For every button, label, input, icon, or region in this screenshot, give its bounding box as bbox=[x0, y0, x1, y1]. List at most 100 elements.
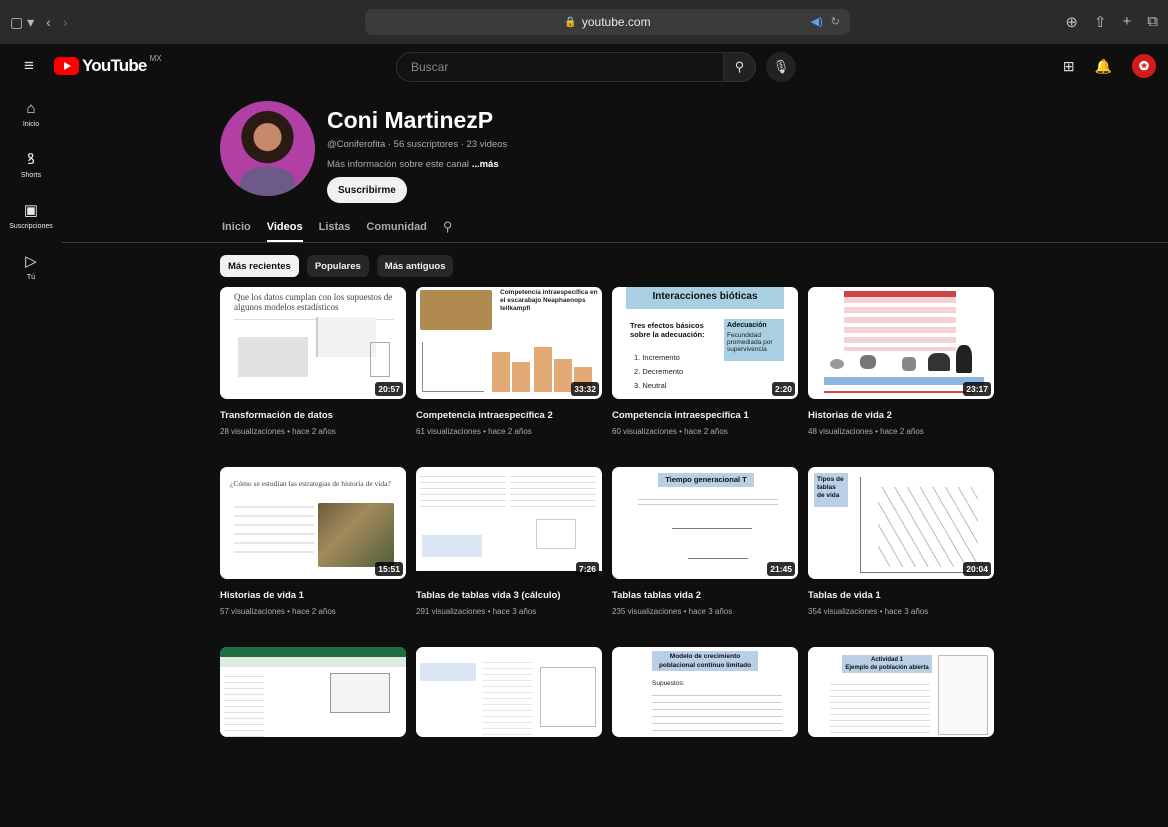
menu-icon[interactable]: ≡ bbox=[24, 57, 40, 75]
video-card[interactable] bbox=[220, 647, 406, 827]
search-icon: ⚲ bbox=[734, 59, 745, 74]
video-meta: 291 visualizaciones • hace 3 años bbox=[416, 607, 537, 616]
video-thumbnail[interactable]: ¿Cómo se estudian las estrategias de his… bbox=[220, 467, 406, 579]
youtube-logo[interactable]: YouTube MX bbox=[54, 54, 162, 76]
video-card[interactable]: Que los datos cumplan con los supuestos … bbox=[220, 287, 406, 467]
video-meta: 235 visualizaciones • hace 3 años bbox=[612, 607, 733, 616]
reload-icon[interactable]: ↻ bbox=[831, 15, 840, 28]
channel-tabs: Inicio Videos Listas Comunidad ⚲ bbox=[222, 214, 452, 242]
speaker-icon[interactable]: ◀) bbox=[811, 15, 823, 28]
sidebar-toggle-icon[interactable]: ▢ ▾ bbox=[10, 14, 34, 31]
video-duration: 21:45 bbox=[767, 562, 795, 576]
video-card[interactable]: 7:26 Tablas de tablas vida 3 (cálculo) 2… bbox=[416, 467, 602, 647]
video-duration: 33:32 bbox=[571, 382, 599, 396]
video-meta: 57 visualizaciones • hace 2 años bbox=[220, 607, 336, 616]
video-title[interactable]: Tablas de tablas vida 3 (cálculo) bbox=[416, 590, 602, 601]
video-meta: 48 visualizaciones • hace 2 años bbox=[808, 427, 924, 436]
video-card[interactable]: Tipos de tablas de vida 20:04 Tablas de … bbox=[808, 467, 994, 647]
video-grid: Que los datos cumplan con los supuestos … bbox=[220, 287, 1000, 827]
video-thumbnail[interactable]: Que los datos cumplan con los supuestos … bbox=[220, 287, 406, 399]
video-title[interactable]: Competencia intraespecífica 2 bbox=[416, 410, 602, 421]
video-thumbnail[interactable]: Tiempo generacional T 21:45 bbox=[612, 467, 798, 579]
video-duration: 7:26 bbox=[575, 562, 599, 576]
more-link[interactable]: ...más bbox=[472, 159, 499, 170]
video-thumbnail[interactable] bbox=[416, 647, 602, 737]
tab-comunidad[interactable]: Comunidad bbox=[366, 214, 427, 242]
voice-search-button[interactable]: 🎙 bbox=[766, 52, 796, 82]
video-duration: 23:17 bbox=[963, 382, 991, 396]
video-meta: 61 visualizaciones • hace 2 años bbox=[416, 427, 532, 436]
video-card[interactable]: 23:17 Historias de vida 2 48 visualizaci… bbox=[808, 287, 994, 467]
shorts-icon: ꝸ bbox=[27, 150, 35, 168]
channel-search-icon[interactable]: ⚲ bbox=[443, 214, 453, 242]
home-icon: ⌂ bbox=[26, 99, 36, 117]
video-card[interactable]: ¿Cómo se estudian las estrategias de his… bbox=[220, 467, 406, 647]
video-meta: 354 visualizaciones • hace 3 años bbox=[808, 607, 929, 616]
tab-videos[interactable]: Videos bbox=[266, 214, 303, 242]
tab-listas[interactable]: Listas bbox=[319, 214, 351, 242]
sidebar-item-inicio[interactable]: ⌂ Inicio bbox=[0, 90, 62, 138]
video-thumbnail[interactable]: Modelo de crecimiento poblacional contín… bbox=[612, 647, 798, 737]
video-card[interactable]: Actividad 1 Ejemplo de población abierta bbox=[808, 647, 994, 827]
video-duration: 20:57 bbox=[375, 382, 403, 396]
download-icon[interactable]: ⊕ bbox=[1065, 13, 1078, 31]
video-thumbnail[interactable]: 23:17 bbox=[808, 287, 994, 399]
channel-meta: @Coniferofita · 56 suscriptores · 23 vid… bbox=[327, 139, 508, 150]
video-title[interactable]: Historias de vida 2 bbox=[808, 410, 994, 421]
microphone-icon: 🎙 bbox=[772, 59, 790, 74]
video-duration: 2:20 bbox=[771, 382, 795, 396]
video-thumbnail[interactable]: 7:26 bbox=[416, 467, 602, 579]
video-duration: 20:04 bbox=[963, 562, 991, 576]
tabs-overview-icon[interactable]: ⧉ bbox=[1147, 13, 1158, 31]
browser-toolbar: ▢ ▾ ‹ › 🔒 youtube.com ◀) ↻ ⊕ ⇧ + ⧉ bbox=[0, 0, 1168, 44]
video-meta: 28 visualizaciones • hace 2 años bbox=[220, 427, 336, 436]
notifications-icon[interactable]: 🔔 bbox=[1095, 58, 1112, 75]
account-avatar[interactable]: ✪ bbox=[1132, 54, 1156, 78]
youtube-header: ≡ YouTube MX ⚲ 🎙 ⊞ 🔔 ✪ bbox=[0, 44, 1168, 90]
share-icon[interactable]: ⇧ bbox=[1094, 13, 1107, 31]
channel-name: Coni MartinezP bbox=[327, 107, 494, 133]
url-text: youtube.com bbox=[581, 15, 651, 29]
lock-icon: 🔒 bbox=[564, 16, 577, 28]
video-duration: 15:51 bbox=[375, 562, 403, 576]
video-thumbnail[interactable] bbox=[220, 647, 406, 737]
video-thumbnail[interactable]: Actividad 1 Ejemplo de población abierta bbox=[808, 647, 994, 737]
video-card[interactable]: Modelo de crecimiento poblacional contín… bbox=[612, 647, 798, 827]
video-thumbnail[interactable]: Interacciones bióticas Tres efectos bási… bbox=[612, 287, 798, 399]
forward-icon[interactable]: › bbox=[63, 14, 68, 30]
channel-avatar bbox=[220, 101, 315, 196]
video-title[interactable]: Tablas tablas vida 2 bbox=[612, 590, 798, 601]
video-title[interactable]: Tablas de vida 1 bbox=[808, 590, 994, 601]
sort-chips: Más recientes Populares Más antiguos bbox=[220, 255, 454, 277]
video-thumbnail[interactable]: Competencia intraespecífica en el escara… bbox=[416, 287, 602, 399]
tabs-divider bbox=[62, 242, 1168, 243]
subscriptions-icon: ▣ bbox=[23, 201, 39, 219]
back-icon[interactable]: ‹ bbox=[46, 14, 51, 30]
video-title[interactable]: Transformación de datos bbox=[220, 410, 406, 421]
chip-populares[interactable]: Populares bbox=[306, 255, 369, 277]
subscribe-button[interactable]: Suscribirme bbox=[327, 177, 407, 203]
tab-inicio[interactable]: Inicio bbox=[222, 214, 251, 242]
channel-description[interactable]: Más información sobre este canal ...más bbox=[327, 159, 499, 170]
search-button[interactable]: ⚲ bbox=[724, 52, 756, 82]
video-card[interactable] bbox=[416, 647, 602, 827]
video-meta: 60 visualizaciones • hace 2 años bbox=[612, 427, 728, 436]
video-card[interactable]: Competencia intraespecífica en el escara… bbox=[416, 287, 602, 467]
chip-mas-recientes[interactable]: Más recientes bbox=[220, 255, 299, 277]
video-title[interactable]: Historias de vida 1 bbox=[220, 590, 406, 601]
sidebar-item-suscripciones[interactable]: ▣ Suscripciones bbox=[0, 192, 62, 240]
mini-sidebar: ⌂ Inicio ꝸ Shorts ▣ Suscripciones ▷ Tú bbox=[0, 90, 62, 294]
you-icon: ▷ bbox=[25, 252, 37, 270]
sidebar-item-shorts[interactable]: ꝸ Shorts bbox=[0, 141, 62, 189]
search-input[interactable] bbox=[411, 60, 723, 74]
video-title[interactable]: Competencia intraespecífica 1 bbox=[612, 410, 798, 421]
video-card[interactable]: Interacciones bióticas Tres efectos bási… bbox=[612, 287, 798, 467]
new-tab-icon[interactable]: + bbox=[1123, 13, 1132, 31]
address-bar[interactable]: 🔒 youtube.com ◀) ↻ bbox=[365, 9, 850, 35]
video-thumbnail[interactable]: Tipos de tablas de vida 20:04 bbox=[808, 467, 994, 579]
video-card[interactable]: Tiempo generacional T 21:45 Tablas tabla… bbox=[612, 467, 798, 647]
youtube-play-icon bbox=[54, 57, 79, 75]
sidebar-item-tu[interactable]: ▷ Tú bbox=[0, 243, 62, 291]
chip-mas-antiguos[interactable]: Más antiguos bbox=[376, 255, 454, 277]
create-icon[interactable]: ⊞ bbox=[1063, 58, 1075, 75]
